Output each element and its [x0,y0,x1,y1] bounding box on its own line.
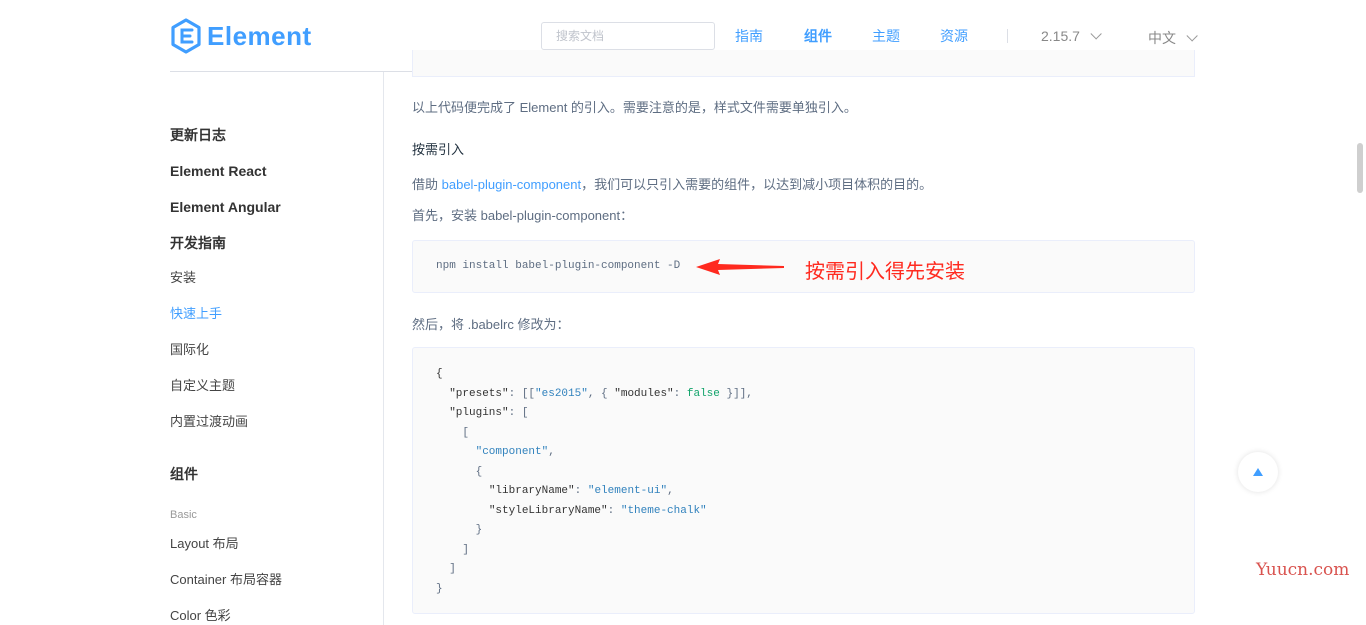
babel-plugin-link[interactable]: babel-plugin-component [442,177,581,192]
babel-prefix: 借助 [412,177,442,192]
sidebar-item-changelog[interactable]: 更新日志 [170,127,226,143]
nav-resource[interactable]: 资源 [940,28,968,44]
nav-theme[interactable]: 主题 [872,28,900,44]
version-dropdown[interactable]: 2.15.7 [1041,28,1102,44]
code-token: "es2015" [535,387,588,400]
chevron-down-icon [1186,30,1198,42]
back-to-top-button[interactable] [1238,452,1278,492]
version-label: 2.15.7 [1041,28,1080,44]
sidebar-item-i18n[interactable]: 国际化 [170,342,209,358]
sidebar-item-element-angular[interactable]: Element Angular [170,199,281,215]
code-token: false [686,387,720,400]
babelrc-code: { "presets": [["es2015", { "modules": fa… [436,368,753,595]
install-command: npm install babel-plugin-component -D [436,260,681,272]
language-label: 中文 [1148,30,1176,46]
intro-paragraph: 以上代码便完成了 Element 的引入。需要注意的是，样式文件需要单独引入。 [412,100,857,115]
code-token: "styleLibraryName" [488,504,608,517]
sidebar-item-install[interactable]: 安装 [170,270,196,286]
element-hexagon-icon [171,18,201,54]
sidebar-item-layout[interactable]: Layout 布局 [170,536,239,552]
sidebar-group-basic: Basic [170,509,197,521]
nav-component[interactable]: 组件 [804,28,832,44]
sidebar-border [383,72,384,625]
watermark: Yuucn.com [1256,560,1350,580]
chevron-down-icon [1090,28,1102,40]
babelrc-code-block: { "presets": [["es2015", { "modules": fa… [412,347,1195,614]
section-heading: 按需引入 [412,142,465,157]
code-token: "theme-chalk" [620,504,707,517]
nav-divider [1007,29,1008,43]
code-token: { [436,368,443,380]
sidebar-item-color[interactable]: Color 色彩 [170,608,231,624]
code-token: "modules" [614,387,674,400]
nav-guide[interactable]: 指南 [735,28,763,44]
babel-paragraph: 借助 babel-plugin-component，我们可以只引入需要的组件，以… [412,176,932,194]
code-token: "element-ui" [587,485,668,497]
babel-suffix: ，我们可以只引入需要的组件，以达到减小项目体积的目的。 [581,177,933,192]
sidebar-item-quickstart[interactable]: 快速上手 [170,306,222,322]
code-token: "presets" [449,387,509,400]
sidebar-item-container[interactable]: Container 布局容器 [170,572,282,588]
babelrc-intro: 然后，将 .babelrc 修改为： [412,317,570,332]
language-dropdown[interactable]: 中文 [1148,28,1198,48]
code-token: "component" [475,446,549,458]
code-token: "plugins" [449,407,509,419]
search-input[interactable] [541,22,715,50]
install-intro: 首先，安装 babel-plugin-component： [412,208,634,223]
sidebar-item-custom-theme[interactable]: 自定义主题 [170,378,235,394]
page: Element 指南 组件 主题 资源 2.15.7 中文 更新日志 Eleme… [0,0,1366,625]
install-code-block: npm install babel-plugin-component -D [412,240,1195,293]
previous-code-block [412,50,1195,77]
annotation-text: 按需引入得先安装 [805,261,965,283]
sidebar-group-components: 组件 [170,466,198,482]
caret-up-icon [1253,468,1263,476]
logo-text: Element [207,20,312,51]
sidebar-group-dev-guide: 开发指南 [170,235,226,251]
element-logo[interactable]: Element [170,18,312,54]
sidebar-item-element-react[interactable]: Element React [170,163,266,179]
scrollbar-thumb[interactable] [1357,143,1363,193]
code-token: "libraryName" [488,485,575,497]
sidebar-item-transition[interactable]: 内置过渡动画 [170,414,248,430]
red-arrow-icon [696,259,784,275]
